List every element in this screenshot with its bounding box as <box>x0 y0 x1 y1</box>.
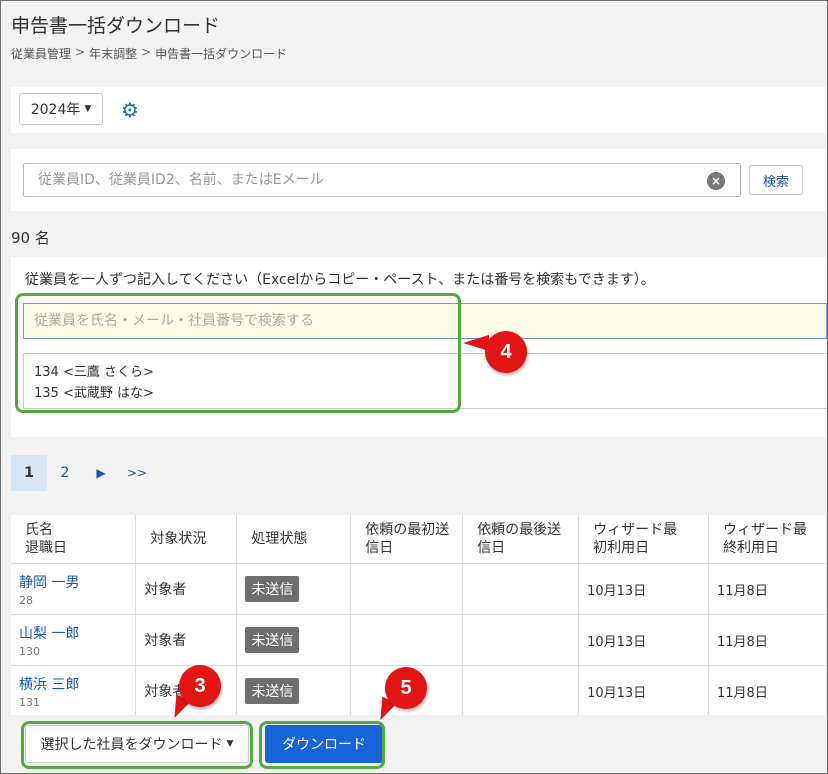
wizard-last-date: 11月8日 <box>708 563 827 615</box>
employee-entry-panel: 従業員を一人ずつ記入してください（Excelからコピー・ペースト、または番号を検… <box>11 257 827 437</box>
last-sent-date <box>462 563 580 615</box>
employee-name-link[interactable]: 静岡 一男 <box>19 572 127 592</box>
column-header-wizard-last[interactable]: ウィザード最 終利用日 <box>708 515 827 564</box>
employee-name-link[interactable]: 横浜 三郎 <box>19 674 127 694</box>
column-header-name[interactable]: 氏名 退職日 <box>11 515 137 564</box>
selected-employee: 134 <三鷹 さくら> <box>34 365 154 380</box>
table-row[interactable]: 山梨 一郎 130 対象者 未送信 10月13日 11月8日 <box>11 614 827 666</box>
search-input[interactable]: 従業員ID、従業員ID2、名前、またはEメール <box>23 163 741 197</box>
last-sent-date <box>462 665 580 715</box>
target-status: 対象者 <box>135 563 238 615</box>
pagination: 1 2 ▶ >> <box>11 455 155 491</box>
download-button[interactable]: ダウンロード <box>265 725 383 763</box>
status-badge: 未送信 <box>245 576 300 602</box>
breadcrumb: 従業員管理 > 年末調整 > 申告書一括ダウンロード <box>11 45 287 62</box>
page-2-button[interactable]: 2 <box>47 455 83 491</box>
page-title: 申告書一括ダウンロード <box>11 15 221 37</box>
first-sent-date <box>350 563 464 615</box>
selected-employee: 135 <武蔵野 はな> <box>34 386 154 401</box>
year-value: 2024年 <box>30 102 81 118</box>
employee-number: 130 <box>19 644 40 658</box>
table-header-row: 氏名 退職日 対象状況 処理状態 依頼の最初送 信日 依頼の最後送 信日 ウィザード最… <box>11 515 827 564</box>
breadcrumb-item-current: 申告書一括ダウンロード <box>155 47 288 61</box>
breadcrumb-item-employees[interactable]: 従業員管理 <box>11 45 71 62</box>
callout-5-badge: 5 <box>385 667 427 709</box>
last-sent-date <box>462 614 580 666</box>
wizard-first-date: 10月13日 <box>578 563 710 615</box>
caret-down-icon: ▼ <box>84 104 92 114</box>
employee-count: 90 名 <box>11 229 50 247</box>
employee-name-link[interactable]: 山梨 一郎 <box>19 623 127 643</box>
breadcrumb-separator: > <box>75 45 86 59</box>
column-header-last-sent[interactable]: 依頼の最後送 信日 <box>462 515 580 564</box>
wizard-first-date: 10月13日 <box>578 665 710 715</box>
entry-instruction: 従業員を一人ずつ記入してください（Excelからコピー・ペースト、または番号を検… <box>25 272 655 288</box>
employee-number: 131 <box>19 695 40 709</box>
status-badge: 未送信 <box>245 678 300 704</box>
caret-down-icon: ▼ <box>226 739 234 749</box>
column-header-first-sent[interactable]: 依頼の最初送 信日 <box>350 515 464 564</box>
last-page-button[interactable]: >> <box>119 455 155 491</box>
app-frame: 申告書一括ダウンロード 従業員管理 > 年末調整 > 申告書一括ダウンロード 2… <box>0 0 828 774</box>
wizard-last-date: 11月8日 <box>708 614 827 666</box>
callout-4-badge: 4 <box>485 331 527 373</box>
page-1-button[interactable]: 1 <box>11 455 47 491</box>
download-selected-dropdown[interactable]: 選択した社員をダウンロード ▼ <box>25 725 249 763</box>
employee-search-input[interactable]: 従業員を氏名・メール・社員番号で検索する <box>23 303 827 339</box>
search-button[interactable]: 検索 <box>749 165 803 195</box>
next-page-icon[interactable]: ▶ <box>83 455 119 491</box>
table-row[interactable]: 静岡 一男 28 対象者 未送信 10月13日 11月8日 <box>11 563 827 615</box>
gear-icon[interactable]: ⚙ <box>121 99 143 121</box>
year-dropdown[interactable]: 2024年 ▼ <box>19 93 103 125</box>
first-sent-date <box>350 614 464 666</box>
wizard-last-date: 11月8日 <box>708 665 827 715</box>
target-status: 対象者 <box>135 614 238 666</box>
search-panel: 従業員ID、従業員ID2、名前、またはEメール × 検索 <box>11 149 827 211</box>
callout-3-badge: 3 <box>179 665 221 707</box>
employee-number: 28 <box>19 593 33 607</box>
year-toolbar: 2024年 ▼ ⚙ <box>11 87 827 133</box>
column-header-status[interactable]: 処理状態 <box>236 515 352 564</box>
breadcrumb-separator: > <box>141 45 152 59</box>
column-header-target[interactable]: 対象状況 <box>135 515 238 564</box>
breadcrumb-item-year-end[interactable]: 年末調整 <box>89 45 137 62</box>
column-header-wizard-first[interactable]: ウィザード最 初利用日 <box>578 515 710 564</box>
wizard-first-date: 10月13日 <box>578 614 710 666</box>
download-selected-label: 選択した社員をダウンロード <box>40 737 223 753</box>
clear-icon[interactable]: × <box>707 172 725 190</box>
selected-employee-list[interactable]: 134 <三鷹 さくら> 135 <武蔵野 はな> <box>23 353 827 409</box>
action-bar: 選択した社員をダウンロード ▼ ダウンロード <box>11 717 827 773</box>
status-badge: 未送信 <box>245 627 300 653</box>
